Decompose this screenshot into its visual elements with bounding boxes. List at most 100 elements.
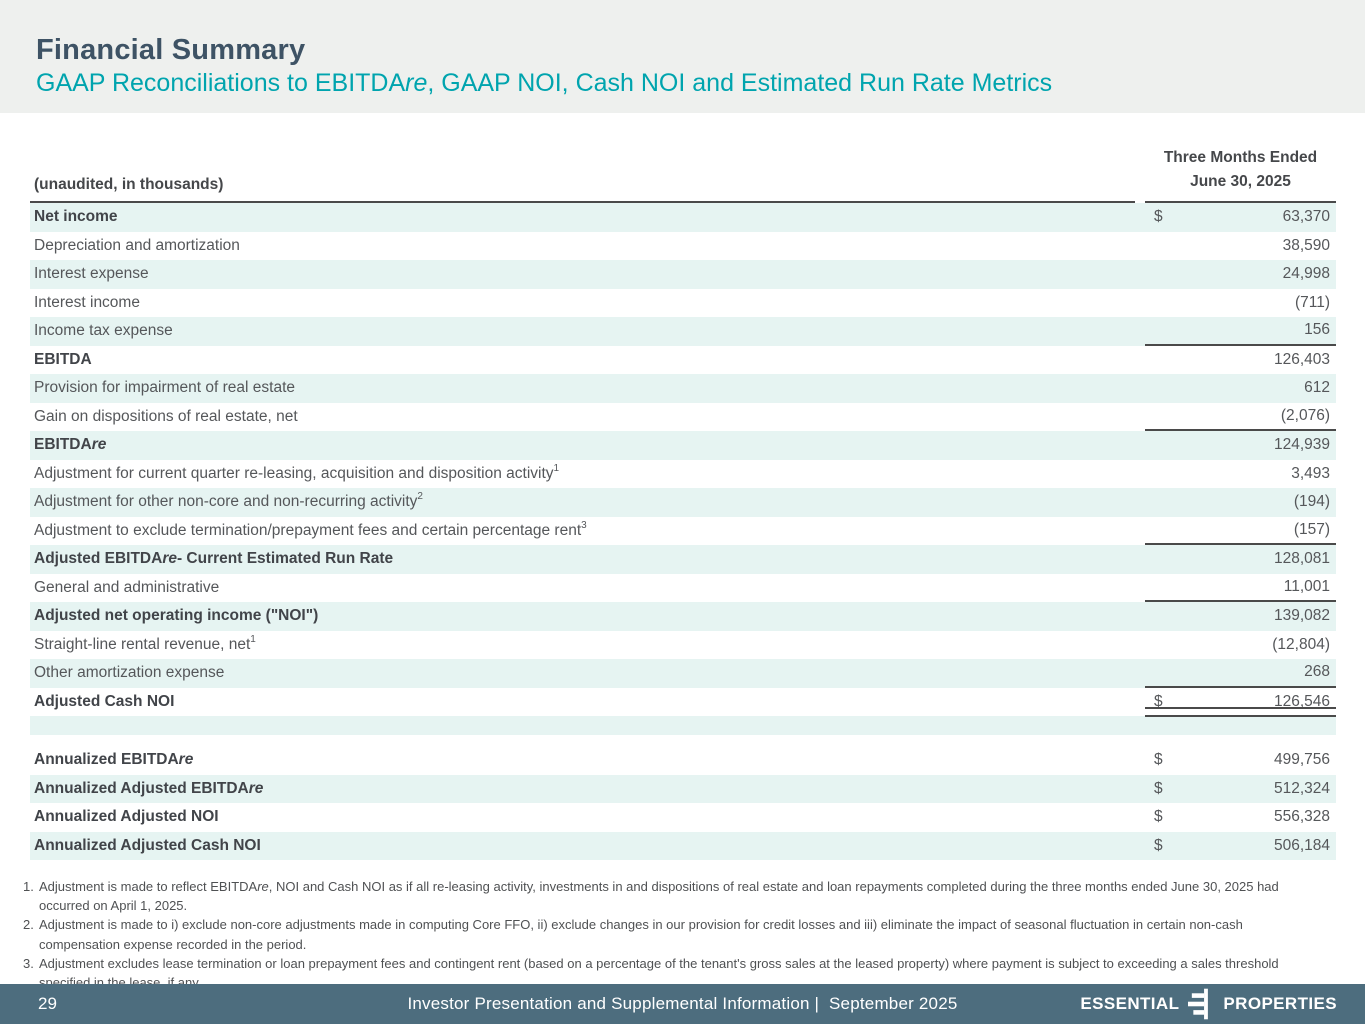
row-label-pre: Gain on dispositions of real estate, net [34,407,298,425]
footer-bar: 29 Investor Presentation and Supplementa… [0,984,1365,1024]
footnote-text: Adjustment is made to i) exclude non-cor… [39,915,1313,953]
row-label-pre: Straight-line rental revenue, net [34,635,251,653]
row-label-pre: EBITDA [34,436,92,454]
table-row: Adjustment to exclude termination/prepay… [30,517,1336,546]
subtitle-pre: GAAP Reconciliations to EBITDA [36,69,406,98]
row-label [30,716,1145,735]
footnotes: 1. Adjustment is made to reflect EBITDAr… [23,877,1313,992]
footnote-number: 2. [23,917,34,933]
row-value-cell: (12,804) [1145,631,1336,660]
row-value: 3,493 [1291,464,1330,482]
row-label-pre: EBITDA [34,350,92,368]
row-label: Adjustment for other non-core and non-re… [34,491,423,511]
row-label: Adjustment to exclude termination/prepay… [34,519,587,539]
row-value: 556,328 [1273,808,1330,826]
footer-caption: Investor Presentation and Supplemental I… [407,994,958,1013]
row-value: (12,804) [1272,635,1330,653]
row-value: 63,370 [1282,208,1330,226]
row-label: Gain on dispositions of real estate, net [30,403,1145,432]
table-row: EBITDA re 124,939 [30,431,1336,460]
row-label-italic: re [162,550,177,568]
table-row: Annualized EBITDA re $ 499,756 [30,746,1336,775]
footnote-number: 1. [23,879,34,894]
row-label: EBITDA [30,346,1145,375]
table-header: (unaudited, in thousands) Three Months E… [30,146,1336,204]
row-label: Annualized Adjusted Cash NOI [30,832,1145,861]
row-value: 499,756 [1273,751,1330,769]
table-row: Adjusted net operating income ("NOI") 13… [30,602,1336,631]
row-value-cell: $ 63,370 [1145,203,1336,232]
row-value-cell: 24,998 [1145,260,1336,289]
table-row: Adjustment for other non-core and non-re… [30,488,1336,517]
footnote-pre: Adjustment is made to reflect EBITDA [39,879,258,894]
row-value-cell: (157) [1145,517,1336,546]
row-value: 24,998 [1282,265,1330,283]
row-value-cell: 268 [1145,659,1336,688]
row-label-pre: Other amortization expense [34,664,225,682]
table-row: Interest income (711) [30,289,1336,318]
row-label-pre: Adjustment for current quarter re-leasin… [34,464,554,482]
page-number: 29 [38,994,57,1013]
row-label-pre: Adjustment for other non-core and non-re… [34,493,418,511]
row-value-cell: $ 499,756 [1145,746,1336,775]
unaudited-label: (unaudited, in thousands) [30,176,1135,204]
row-label-pre: Adjusted Cash NOI [34,692,175,710]
row-label: Adjustment for current quarter re-leasin… [34,462,560,482]
row-value-cell: $ 506,184 [1145,832,1336,861]
table-row: EBITDA 126,403 [30,346,1336,375]
row-value-cell: 156 [1145,317,1336,346]
row-value: (2,076) [1280,406,1330,424]
row-label: Annualized EBITDA re [30,746,1145,775]
table-row: Adjusted EBITDA re - Current Estimated Ru… [30,545,1336,574]
slide: Financial Summary GAAP Reconciliations t… [0,0,1365,1024]
row-label-pre: Income tax expense [34,322,173,340]
row-label-pre: Annualized Adjusted Cash NOI [34,836,261,854]
row-label: Provision for impairment of real estate [30,374,1145,403]
row-value: 268 [1304,663,1330,681]
row-value-cell: (194) [1145,488,1336,517]
row-label-italic: re [248,779,264,797]
row-value-cell: 124,939 [1145,431,1336,460]
footnote-item: 1. Adjustment is made to reflect EBITDAr… [23,877,1313,915]
row-value: 38,590 [1282,236,1330,254]
period-line2: June 30, 2025 [1190,173,1291,191]
footnote-pre: Adjustment is made to i) exclude non-cor… [39,917,1243,952]
logo-text-essential: ESSENTIAL [1080,994,1180,1013]
page-title: Financial Summary [36,34,306,66]
row-value-cell: 11,001 [1145,574,1336,603]
row-label-italic: re [178,751,194,769]
row-label-post: - Current Estimated Run Rate [176,550,394,568]
reconciliation-table: (unaudited, in thousands) Three Months E… [30,146,1336,861]
row-label: Depreciation and amortization [30,232,1145,261]
row-label-pre: Interest expense [34,265,149,283]
row-label [30,735,1145,746]
header-band: Financial Summary GAAP Reconciliations t… [0,0,1365,113]
row-dollar-sign: $ [1154,779,1163,797]
table-row: Annualized Adjusted NOI $ 556,328 [30,803,1336,832]
subtitle-italic: re [405,69,428,98]
row-label-pre: Interest income [34,293,140,311]
row-label-pre: Annualized Adjusted EBITDA [34,779,249,797]
table-row: Adjustment for current quarter re-leasin… [30,460,1336,489]
row-label: Adjusted EBITDA re - Current Estimated Ru… [30,545,1145,574]
row-value: 156 [1304,321,1330,339]
table-row: Adjusted Cash NOI $ 126,546 [30,688,1336,717]
footnote-italic: re [257,879,269,894]
row-label: Interest income [30,289,1145,318]
row-value: 128,081 [1273,550,1330,568]
table-row: Net income $ 63,370 [30,203,1336,232]
row-label: Straight-line rental revenue, net 1 [34,633,256,653]
row-value: 11,001 [1283,577,1330,595]
row-label: Interest expense [30,260,1145,289]
row-dollar-sign: $ [1154,836,1163,854]
row-label-pre: Annualized EBITDA [34,751,179,769]
footnote-item: 2. Adjustment is made to i) exclude non-… [23,915,1313,953]
table-row: Interest expense 24,998 [30,260,1336,289]
row-dollar-sign: $ [1154,808,1163,826]
row-value-cell: 139,082 [1145,602,1336,631]
page-subtitle: GAAP Reconciliations to EBITDAre, GAAP N… [36,68,1365,99]
row-label-pre: Annualized Adjusted NOI [34,808,219,826]
row-label: Adjusted net operating income ("NOI") [30,602,1145,631]
period-line1: Three Months Ended [1163,149,1318,166]
row-value: 124,939 [1273,436,1330,454]
